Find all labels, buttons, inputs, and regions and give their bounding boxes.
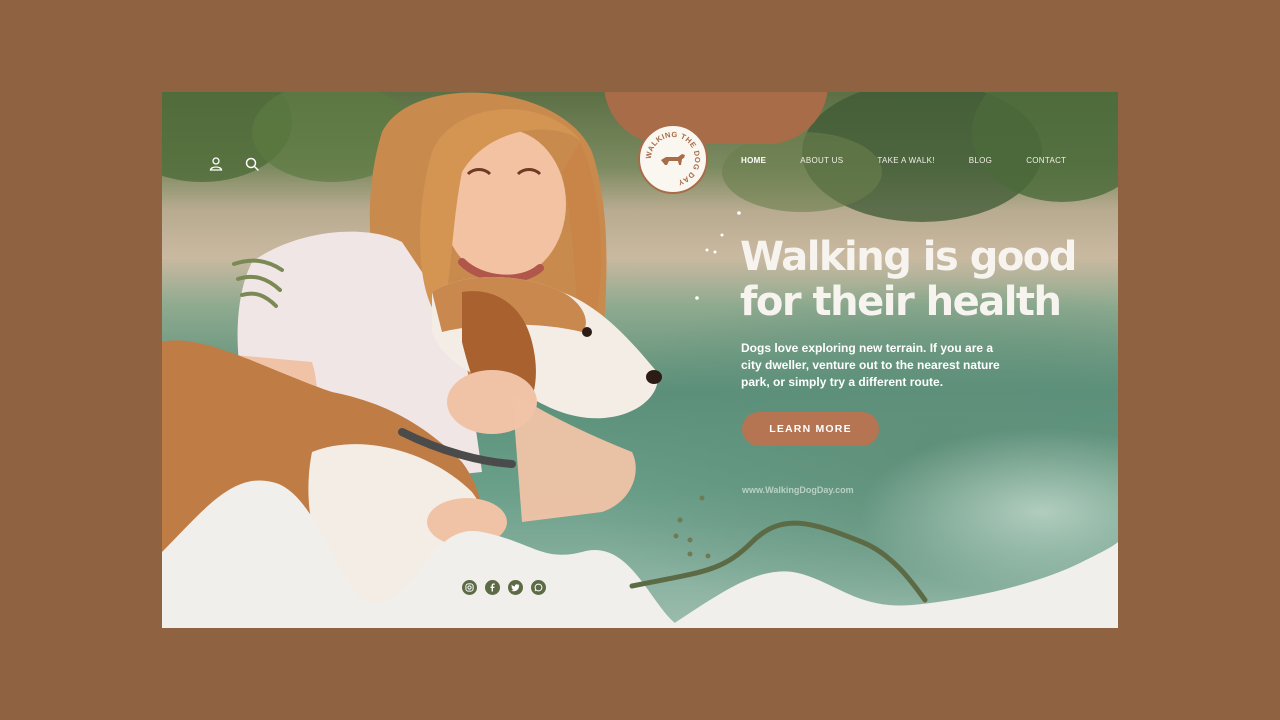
instagram-icon[interactable] bbox=[462, 580, 477, 595]
watermark-text: www.WalkingDogDay.com bbox=[742, 485, 854, 495]
hero-description: Dogs love exploring new terrain. If you … bbox=[741, 341, 1000, 389]
logo-tab bbox=[604, 92, 828, 144]
nav-take-a-walk[interactable]: TAKE A WALK! bbox=[877, 156, 934, 165]
hero-title-line-1: Walking is good bbox=[740, 234, 1077, 280]
twitter-icon[interactable] bbox=[508, 580, 523, 595]
facebook-icon[interactable] bbox=[485, 580, 500, 595]
hero-title-line-2: for their health bbox=[740, 279, 1062, 325]
whatsapp-icon[interactable] bbox=[531, 580, 546, 595]
brand-logo[interactable]: WALKING THE DOG DAY bbox=[638, 124, 708, 194]
search-icon[interactable] bbox=[244, 156, 260, 172]
header-utility-icons bbox=[208, 156, 260, 172]
main-nav: HOME ABOUT US TAKE A WALK! BLOG CONTACT bbox=[741, 156, 1100, 165]
user-icon[interactable] bbox=[208, 156, 224, 172]
nav-contact[interactable]: CONTACT bbox=[1026, 156, 1066, 165]
nav-about-us[interactable]: ABOUT US bbox=[800, 156, 843, 165]
nav-home[interactable]: HOME bbox=[741, 156, 766, 165]
social-links bbox=[462, 580, 546, 595]
landing-page: WALKING THE DOG DAY HOME ABOUT US TAKE A… bbox=[162, 92, 1118, 628]
nav-blog[interactable]: BLOG bbox=[969, 156, 992, 165]
hero-title: Walking is good for their health bbox=[740, 235, 1080, 325]
dog-logo-icon: WALKING THE DOG DAY bbox=[644, 130, 702, 187]
learn-more-button[interactable]: LEARN MORE bbox=[742, 412, 879, 446]
